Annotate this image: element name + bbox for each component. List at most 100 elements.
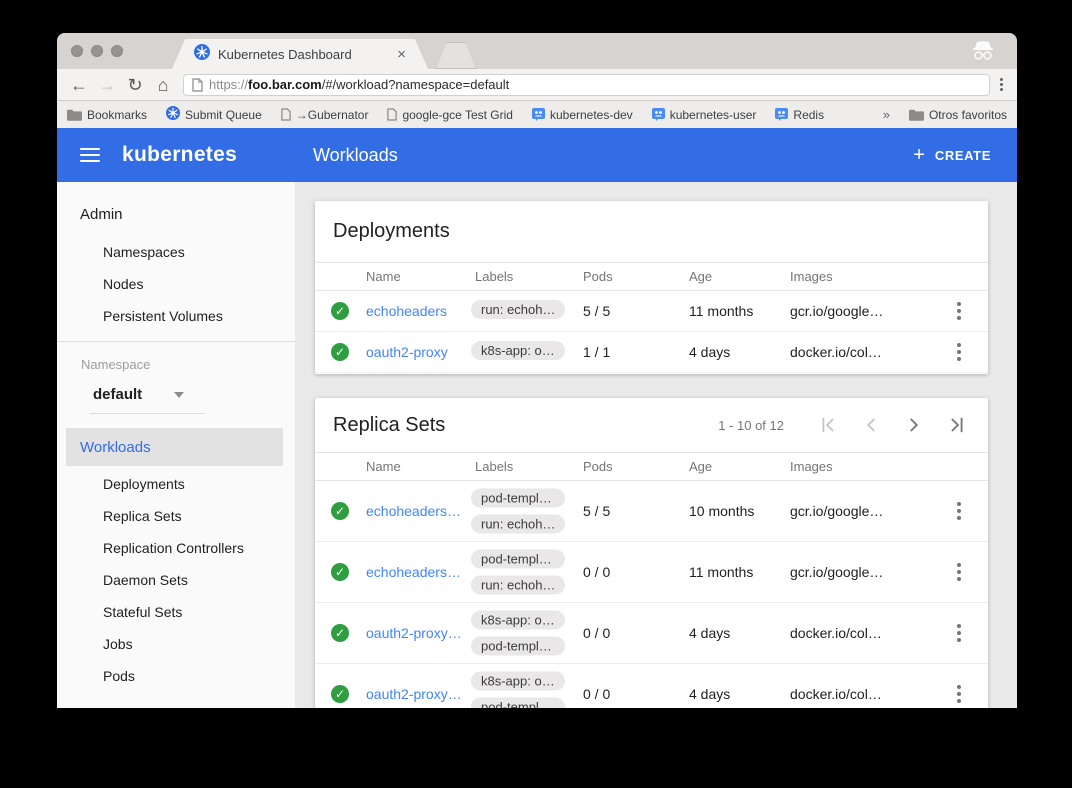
hamburger-menu-icon[interactable] (80, 148, 100, 162)
previous-page-button[interactable] (860, 414, 882, 436)
resource-link[interactable]: echoheaders… (366, 564, 461, 580)
forward-button[interactable]: → (93, 70, 121, 100)
address-bar[interactable]: https://foo.bar.com/#/workload?namespace… (183, 74, 990, 96)
sidebar-item-admin[interactable]: Admin (80, 206, 123, 223)
window-controls (71, 45, 123, 57)
bookmark-kubernetes-user[interactable]: kubernetes-user (652, 108, 757, 122)
app-body: Admin Namespaces Nodes Persistent Volume… (57, 182, 1017, 708)
status-ok-icon: ✓ (331, 624, 349, 642)
bookmark-folder-otros-favoritos[interactable]: Otros favoritos (909, 108, 1007, 122)
create-button-label: CREATE (935, 148, 991, 163)
home-button[interactable]: ⌂ (149, 70, 177, 100)
bookmark-kubernetes-dev[interactable]: kubernetes-dev (532, 108, 633, 122)
kubernetes-logo: kubernetes (122, 143, 237, 167)
row-menu-button[interactable] (952, 302, 966, 320)
column-header-pods: Pods (583, 269, 613, 284)
resource-link[interactable]: oauth2-proxy (366, 344, 448, 360)
age-cell: 4 days (689, 686, 730, 702)
sidebar-item-pods[interactable]: Pods (103, 668, 135, 684)
create-button[interactable]: + CREATE (913, 145, 991, 165)
row-menu-button[interactable] (952, 502, 966, 520)
column-header-name: Name (366, 459, 401, 474)
namespace-select-underline (90, 413, 205, 414)
bookmarks-overflow-button[interactable]: » (883, 107, 890, 122)
new-tab-button[interactable] (436, 42, 476, 69)
status-ok-icon: ✓ (331, 302, 349, 320)
sidebar-item-deployments[interactable]: Deployments (103, 476, 185, 492)
label-chip: pod-templ… (471, 550, 565, 569)
column-header-images: Images (790, 269, 833, 284)
sidebar-item-nodes[interactable]: Nodes (103, 276, 143, 292)
tab-title: Kubernetes Dashboard (218, 47, 389, 62)
pods-cell: 5 / 5 (583, 503, 610, 519)
browser-tab[interactable]: Kubernetes Dashboard × (172, 39, 428, 69)
bookmark-label: Otros favoritos (929, 108, 1007, 122)
sidebar-item-replication-controllers[interactable]: Replication Controllers (103, 540, 244, 556)
bookmark-submit-queue[interactable]: Submit Queue (166, 106, 262, 123)
status-ok-icon: ✓ (331, 563, 349, 581)
groups-icon (775, 108, 788, 121)
label-chip: run: echoh… (471, 300, 565, 319)
namespace-select[interactable]: default (93, 386, 184, 403)
window-close-button[interactable] (71, 45, 83, 57)
sidebar-item-jobs[interactable]: Jobs (103, 636, 133, 652)
status-ok-icon: ✓ (331, 685, 349, 703)
column-header-pods: Pods (583, 459, 613, 474)
bookmark-label: google-gce Test Grid (402, 108, 513, 122)
kubernetes-icon (166, 106, 180, 123)
url-text: https://foo.bar.com/#/workload?namespace… (209, 77, 509, 92)
namespace-label: Namespace (81, 357, 150, 372)
sidebar-item-replica-sets[interactable]: Replica Sets (103, 508, 182, 524)
plus-icon: + (913, 145, 925, 165)
images-cell: docker.io/col… (790, 625, 940, 641)
pods-cell: 1 / 1 (583, 344, 610, 360)
sidebar-item-persistent-volumes[interactable]: Persistent Volumes (103, 308, 223, 324)
first-page-button[interactable] (817, 414, 839, 436)
deployments-card-title: Deployments (333, 220, 970, 243)
resource-link[interactable]: oauth2-proxy… (366, 625, 462, 641)
column-header-images: Images (790, 459, 833, 474)
groups-icon (652, 108, 665, 121)
page-icon (281, 108, 291, 121)
browser-menu-button[interactable] (1000, 78, 1003, 91)
bookmark-label: Redis (793, 108, 824, 122)
row-menu-button[interactable] (952, 343, 966, 361)
sidebar-divider (57, 341, 295, 342)
resource-link[interactable]: echoheaders… (366, 503, 461, 519)
deployments-card: Deployments Name Labels Pods Age Images … (315, 201, 988, 374)
sidebar-item-daemon-sets[interactable]: Daemon Sets (103, 572, 188, 588)
resource-link[interactable]: echoheaders (366, 303, 447, 319)
last-page-button[interactable] (946, 414, 968, 436)
images-cell: docker.io/col… (790, 686, 940, 702)
next-page-button[interactable] (903, 414, 925, 436)
column-header-labels: Labels (475, 269, 513, 284)
replica-sets-table-header: Name Labels Pods Age Images (315, 452, 988, 481)
bookmark-folder-bookmarks[interactable]: Bookmarks (67, 108, 147, 122)
row-menu-button[interactable] (952, 563, 966, 581)
column-header-labels: Labels (475, 459, 513, 474)
label-chip: run: echoh… (471, 515, 565, 534)
url-host: foo.bar.com (248, 77, 322, 92)
tab-close-icon[interactable]: × (397, 47, 406, 62)
row-menu-button[interactable] (952, 624, 966, 642)
window-zoom-button[interactable] (111, 45, 123, 57)
column-header-age: Age (689, 459, 712, 474)
row-menu-button[interactable] (952, 685, 966, 703)
images-cell: docker.io/col… (790, 344, 940, 360)
bookmark-gubernator[interactable]: →Gubernator (281, 108, 369, 122)
label-chip: pod-templ… (471, 698, 565, 709)
resource-link[interactable]: oauth2-proxy… (366, 686, 462, 702)
reload-button[interactable]: ↻ (121, 70, 149, 100)
back-button[interactable]: ← (65, 70, 93, 100)
window-minimize-button[interactable] (91, 45, 103, 57)
bookmark-google-gce-test-grid[interactable]: google-gce Test Grid (387, 108, 513, 122)
browser-toolbar: ← → ↻ ⌂ https://foo.bar.com/#/workload?n… (57, 69, 1017, 101)
sidebar-item-stateful-sets[interactable]: Stateful Sets (103, 604, 182, 620)
content-area: Deployments Name Labels Pods Age Images … (295, 182, 1017, 708)
bookmark-redis[interactable]: Redis (775, 108, 824, 122)
browser-window: Kubernetes Dashboard × ← → ↻ ⌂ https://f… (57, 33, 1017, 708)
sidebar: Admin Namespaces Nodes Persistent Volume… (57, 182, 295, 708)
images-cell: gcr.io/google… (790, 303, 940, 319)
sidebar-item-namespaces[interactable]: Namespaces (103, 244, 185, 260)
sidebar-item-workloads[interactable]: Workloads (66, 428, 283, 466)
